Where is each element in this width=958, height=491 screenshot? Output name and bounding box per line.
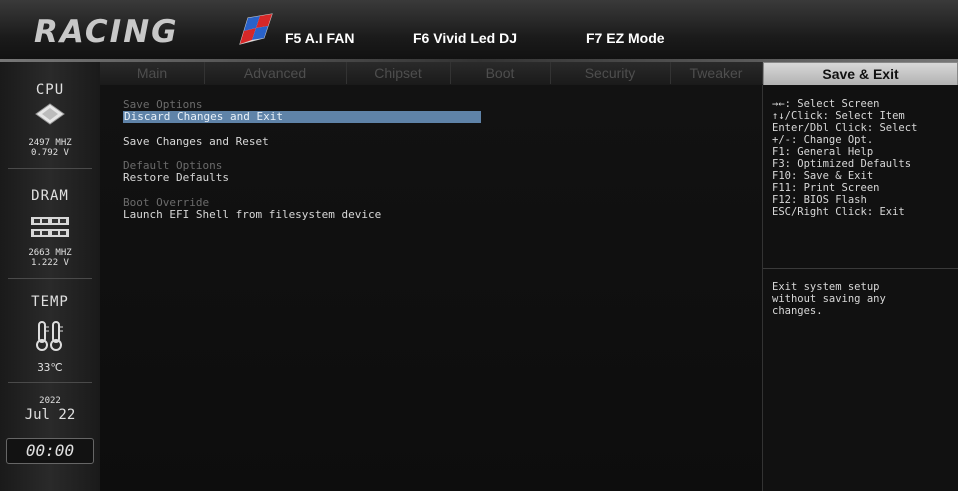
settings-panel: Save Options Discard Changes and Exit Sa… [100,85,763,491]
f7-ez-mode-button[interactable]: F7 EZ Mode [586,30,665,46]
help-pane: →←: Select Screen ↑↓/Click: Select Item … [763,85,958,491]
f6-vivid-led-dj-button[interactable]: F6 Vivid Led DJ [413,30,517,46]
dram-label: DRAM [31,188,69,204]
tab-main[interactable]: Main [100,62,205,84]
date-day: Jul 22 [24,407,76,423]
discard-changes-exit-item[interactable]: Discard Changes and Exit [123,111,481,123]
tab-advanced[interactable]: Advanced [204,62,347,84]
racing-logo: RACING [34,13,273,50]
sidebar-divider [8,168,92,169]
clock-display: 00:00 [6,438,94,464]
help-key-line: F1: General Help [772,146,874,158]
tab-save-exit[interactable]: Save & Exit [763,62,958,86]
dram-module-icon [31,217,69,237]
date-year: 2022 [39,396,61,406]
help-divider [763,268,958,269]
help-key-line: Enter/Dbl Click: Select [772,122,918,134]
f5-ai-fan-button[interactable]: F5 A.I FAN [285,30,355,46]
help-key-line: F3: Optimized Defaults [772,158,912,170]
tab-chipset[interactable]: Chipset [346,62,451,84]
tab-tweaker[interactable]: Tweaker [670,62,763,84]
sidebar-divider [8,382,92,383]
save-changes-reset-item[interactable]: Save Changes and Reset [123,136,269,148]
help-key-line: F11: Print Screen [772,182,880,194]
help-key-line: +/-: Change Opt. [772,134,874,146]
tab-security[interactable]: Security [550,62,671,84]
cpu-frequency: 2497 MHZ [28,138,72,148]
thermometer-icon [36,321,63,351]
help-key-line: F10: Save & Exit [772,170,874,182]
help-description-line: without saving any [772,293,886,305]
restore-defaults-item[interactable]: Restore Defaults [123,172,229,184]
logo-text: RACING [34,14,179,50]
tab-boot[interactable]: Boot [450,62,551,84]
help-key-line: →←: Select Screen [772,98,880,110]
checkered-flag-icon [239,13,273,45]
help-key-line: ESC/Right Click: Exit [772,206,905,218]
cpu-voltage: 0.792 V [31,148,69,158]
system-status-sidebar: CPU 2497 MHZ 0.792 V DRAM 2663 MHZ 1.222… [0,62,101,491]
sidebar-divider [8,278,92,279]
help-key-line: F12: BIOS Flash [772,194,867,206]
cpu-chip-icon [35,103,65,125]
help-key-line: ↑↓/Click: Select Item [772,110,905,122]
dram-frequency: 2663 MHZ [28,248,72,258]
help-description-line: changes. [772,305,823,317]
top-bar: RACING F5 A.I FAN F6 Vivid Led DJ F7 EZ … [0,0,958,63]
launch-efi-shell-item[interactable]: Launch EFI Shell from filesystem device [123,209,381,221]
temperature-value: 33℃ [37,361,63,374]
cpu-label: CPU [35,82,65,98]
help-description-line: Exit system setup [772,281,880,293]
temp-label: TEMP [31,294,69,310]
dram-voltage: 1.222 V [31,258,69,268]
tab-bar: Main Advanced Chipset Boot Security Twea… [100,62,958,86]
